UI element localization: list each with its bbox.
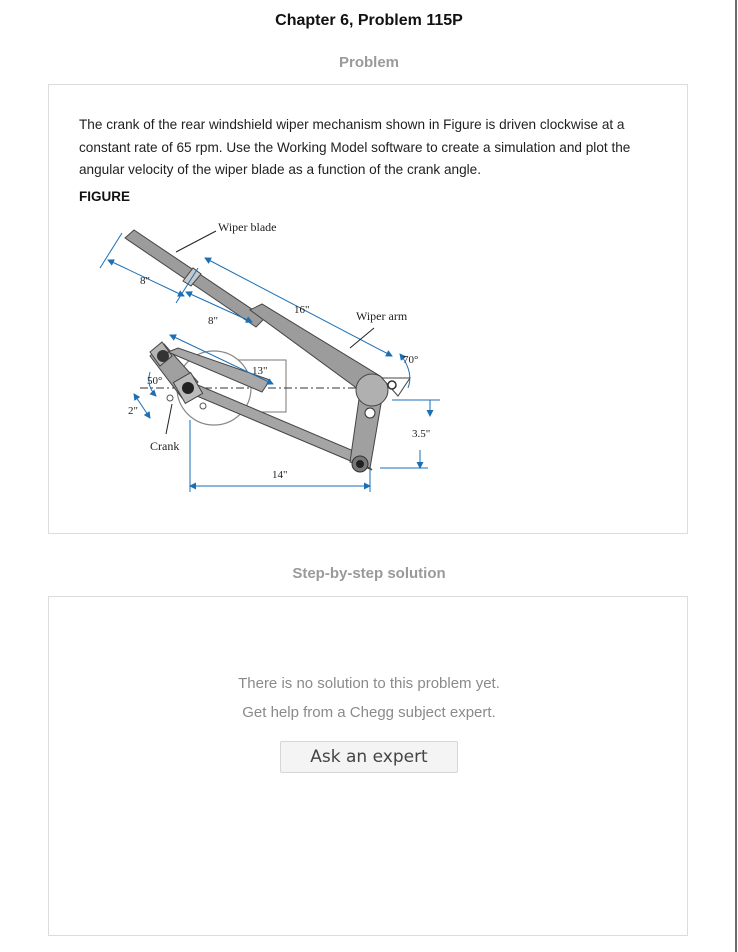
crank-pivot xyxy=(182,382,194,394)
leader-crank xyxy=(165,403,173,435)
ask-an-expert-button[interactable]: Ask an expert xyxy=(280,741,458,773)
label-dim-8a: 8" xyxy=(140,275,150,287)
label-dim-14: 14" xyxy=(272,469,288,481)
wiper-mechanism-figure: Wiper blade Wiper arm Crank 8" 8" 16" 13… xyxy=(99,220,440,492)
solution-panel: There is no solution to this problem yet… xyxy=(48,596,688,936)
disc-hole-left xyxy=(166,394,174,402)
label-dim-2: 2" xyxy=(128,405,138,417)
solution-heading: Step-by-step solution xyxy=(292,565,446,582)
label-angle-70: 70° xyxy=(403,354,418,366)
disc-hole-right xyxy=(199,402,207,410)
problem-heading: Problem xyxy=(338,54,399,71)
leader-wiper-blade xyxy=(175,230,217,253)
label-dim-3-5: 3.5" xyxy=(412,428,430,440)
page-title: Chapter 6, Problem 115P xyxy=(275,12,463,29)
label-wiper-arm: Wiper arm xyxy=(356,309,408,323)
bracket-nut xyxy=(387,380,397,390)
label-wiper-blade: Wiper blade xyxy=(218,220,277,234)
label-dim-16: 16" xyxy=(294,304,310,316)
no-solution-message: There is no solution to this problem yet… xyxy=(238,675,500,692)
rocker-bolt xyxy=(364,407,376,419)
label-crank: Crank xyxy=(150,439,179,453)
right-edge-rule xyxy=(735,0,737,952)
label-dim-13: 13" xyxy=(252,365,268,377)
label-angle-50: 50° xyxy=(147,375,162,387)
rocker-end-pin xyxy=(356,460,364,468)
label-dim-8b: 8" xyxy=(208,315,218,327)
expert-help-message: Get help from a Chegg subject expert. xyxy=(242,704,496,721)
ext-line xyxy=(99,232,123,269)
